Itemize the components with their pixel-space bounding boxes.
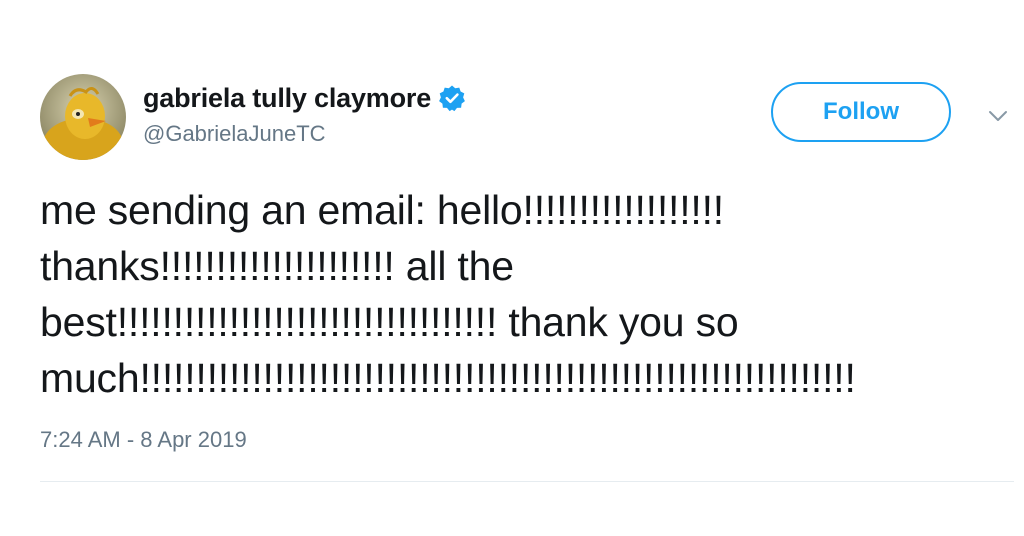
follow-button[interactable]: Follow [771, 82, 951, 142]
avatar[interactable] [40, 74, 126, 160]
tweet-timestamp[interactable]: 7:24 AM - 8 Apr 2019 [40, 427, 247, 453]
tweet-text-line: thanks!!!!!!!!!!!!!!!!!!!!! all the [40, 243, 514, 289]
tweet-text-line: me sending an email: hello!!!!!!!!!!!!!!… [40, 187, 724, 233]
verified-badge-icon [438, 84, 466, 112]
tweet-card: gabriela tully claymore @GabrielaJuneTC … [0, 0, 1024, 536]
divider [40, 481, 1014, 482]
tweet-text-line: best!!!!!!!!!!!!!!!!!!!!!!!!!!!!!!!!!! t… [40, 299, 739, 345]
user-handle[interactable]: @GabrielaJuneTC [143, 121, 326, 147]
display-name[interactable]: gabriela tully claymore [143, 83, 431, 114]
display-name-row: gabriela tully claymore [143, 80, 466, 116]
chevron-down-icon[interactable] [986, 104, 1010, 128]
tweet-text: me sending an email: hello!!!!!!!!!!!!!!… [40, 182, 970, 406]
tweet-text-line: much!!!!!!!!!!!!!!!!!!!!!!!!!!!!!!!!!!!!… [40, 355, 856, 401]
avatar-image [40, 74, 126, 160]
